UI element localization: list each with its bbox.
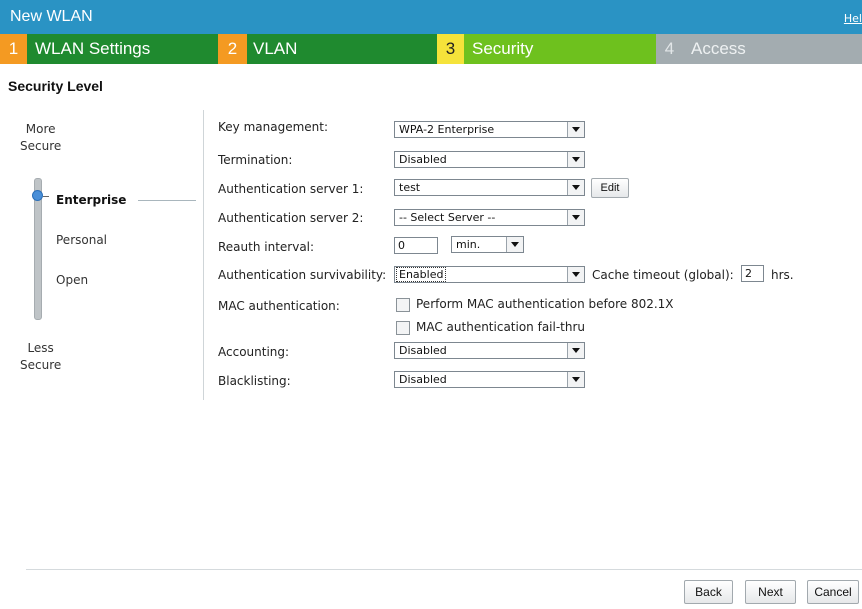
mac-auth-before-label: Perform MAC authentication before 802.1X [416, 297, 674, 311]
dropdown-arrow-icon [567, 372, 584, 387]
section-title: Security Level [8, 78, 103, 94]
blacklisting-value: Disabled [399, 373, 447, 386]
step-security[interactable]: 3 Security [437, 34, 656, 64]
termination-label: Termination: [218, 153, 293, 167]
cache-timeout-label: Cache timeout (global): [592, 268, 734, 282]
reauth-unit-value: min. [456, 238, 481, 251]
auth-survivability-label: Authentication survivability: [218, 268, 387, 282]
termination-value: Disabled [399, 153, 447, 166]
wizard-steps: 1 WLAN Settings 2 VLAN 3 Security 4 Acce… [0, 34, 862, 64]
accounting-label: Accounting: [218, 345, 290, 359]
reauth-interval-label: Reauth interval: [218, 240, 315, 254]
accounting-select[interactable]: Disabled [394, 342, 585, 359]
step-label: Security [472, 39, 534, 58]
security-slider-handle[interactable] [32, 190, 43, 201]
step-label: Access [691, 39, 746, 58]
auth-survivability-value: Enabled [395, 267, 447, 282]
slider-tick [43, 196, 49, 197]
step-vlan[interactable]: 2 VLAN [218, 34, 437, 64]
blacklisting-select[interactable]: Disabled [394, 371, 585, 388]
mac-auth-fail-thru-checkbox[interactable] [396, 321, 410, 335]
key-management-select[interactable]: WPA-2 Enterprise [394, 121, 585, 138]
auth-server-2-value: -- Select Server -- [399, 211, 496, 224]
reauth-unit-select[interactable]: min. [451, 236, 524, 253]
step-number: 4 [656, 34, 683, 64]
auth-server-2-label: Authentication server 2: [218, 211, 364, 225]
auth-server-2-select[interactable]: -- Select Server -- [394, 209, 585, 226]
dropdown-arrow-icon [567, 210, 584, 225]
auth-survivability-select[interactable]: Enabled [394, 266, 585, 283]
mac-auth-before-checkbox[interactable] [396, 298, 410, 312]
auth-server-1-value: test [399, 181, 421, 194]
reauth-interval-input[interactable]: 0 [394, 237, 438, 254]
step-access[interactable]: 4 Access [656, 34, 862, 64]
step-number: 3 [437, 34, 464, 64]
dropdown-arrow-icon [506, 237, 523, 252]
title-bar: New WLAN Hel [0, 0, 862, 34]
blacklisting-label: Blacklisting: [218, 374, 291, 388]
step-number: 2 [218, 34, 247, 64]
less-secure-label: Less Secure [20, 341, 62, 372]
level-open[interactable]: Open [56, 273, 88, 287]
reauth-interval-value: 0 [398, 239, 405, 252]
step-label: VLAN [253, 39, 298, 58]
selected-level-line [138, 200, 196, 201]
dropdown-arrow-icon [567, 122, 584, 137]
dropdown-arrow-icon [567, 343, 584, 358]
mac-auth-label: MAC authentication: [218, 299, 340, 313]
key-management-label: Key management: [218, 120, 328, 134]
termination-select[interactable]: Disabled [394, 151, 585, 168]
back-button[interactable]: Back [684, 580, 733, 604]
level-enterprise[interactable]: Enterprise [56, 193, 126, 207]
dropdown-arrow-icon [567, 152, 584, 167]
auth-server-1-select[interactable]: test [394, 179, 585, 196]
accounting-value: Disabled [399, 344, 447, 357]
more-secure-label: More Secure [20, 122, 62, 153]
cache-timeout-unit: hrs. [771, 268, 794, 282]
window-title: New WLAN [10, 8, 93, 25]
auth-server-1-label: Authentication server 1: [218, 182, 364, 196]
footer-divider [26, 569, 862, 570]
key-management-value: WPA-2 Enterprise [399, 123, 495, 136]
dropdown-arrow-icon [567, 267, 584, 282]
next-button[interactable]: Next [745, 580, 796, 604]
cancel-button[interactable]: Cancel [807, 580, 859, 604]
step-wlan-settings[interactable]: 1 WLAN Settings [0, 34, 218, 64]
mac-auth-fail-thru-label: MAC authentication fail-thru [416, 320, 586, 334]
step-number: 1 [0, 34, 27, 64]
cache-timeout-value: 2 [745, 267, 752, 280]
cache-timeout-input[interactable]: 2 [741, 265, 764, 282]
vertical-divider [203, 110, 204, 400]
edit-server-button[interactable]: Edit [591, 178, 629, 198]
help-link[interactable]: Hel [844, 12, 862, 25]
level-personal[interactable]: Personal [56, 233, 107, 247]
step-label: WLAN Settings [35, 39, 151, 58]
dropdown-arrow-icon [567, 180, 584, 195]
